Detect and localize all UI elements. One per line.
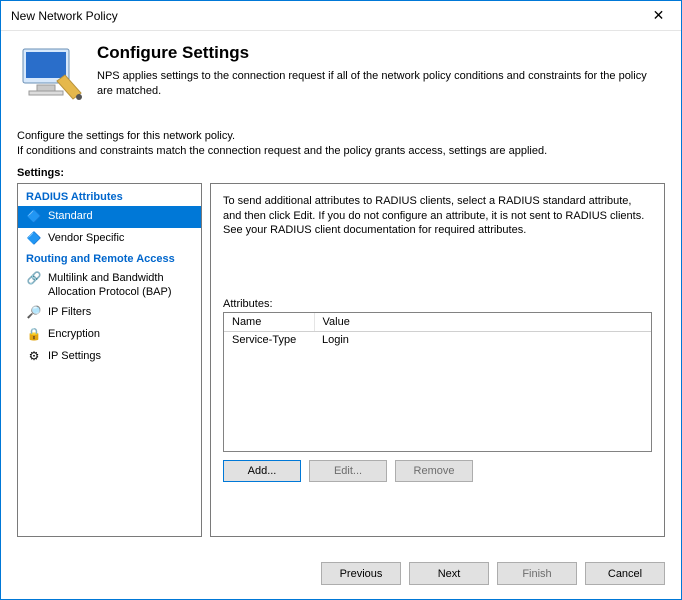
gear-icon: ⚙	[26, 349, 42, 365]
instruction-line: Configure the settings for this network …	[17, 129, 665, 144]
settings-label: Settings:	[1, 167, 681, 179]
add-button[interactable]: Add...	[223, 460, 301, 482]
cell-name: Service-Type	[224, 332, 314, 349]
funnel-icon: 🔎	[26, 305, 42, 321]
cell-value: Login	[314, 332, 651, 349]
tree-item-label: Standard	[48, 209, 193, 223]
previous-button[interactable]: Previous	[321, 562, 401, 585]
finish-button: Finish	[497, 562, 577, 585]
cancel-button[interactable]: Cancel	[585, 562, 665, 585]
page-title: Configure Settings	[97, 43, 665, 63]
tree-item-ip-filters[interactable]: 🔎 IP Filters	[18, 302, 201, 324]
next-button[interactable]: Next	[409, 562, 489, 585]
instruction-line: If conditions and constraints match the …	[17, 144, 665, 159]
window-title: New Network Policy	[11, 9, 118, 23]
titlebar: New Network Policy ✕	[1, 1, 681, 31]
diamond-icon: 🔷	[26, 231, 42, 247]
tree-item-label: Vendor Specific	[48, 231, 193, 245]
lock-icon: 🔒	[26, 327, 42, 343]
help-text: To send additional attributes to RADIUS …	[223, 194, 652, 239]
tree-item-label: IP Settings	[48, 349, 193, 363]
settings-tree: RADIUS Attributes 🔷 Standard 🔷 Vendor Sp…	[17, 183, 202, 537]
main-panel: To send additional attributes to RADIUS …	[210, 183, 665, 537]
monitor-icon	[17, 41, 87, 111]
close-button[interactable]: ✕	[636, 1, 681, 31]
tree-item-ip-settings[interactable]: ⚙ IP Settings	[18, 346, 201, 368]
edit-button: Edit...	[309, 460, 387, 482]
tree-item-label: Multilink and Bandwidth Allocation Proto…	[48, 271, 193, 300]
attribute-buttons: Add... Edit... Remove	[223, 460, 652, 482]
wizard-header: Configure Settings NPS applies settings …	[1, 31, 681, 125]
tree-item-vendor-specific[interactable]: 🔷 Vendor Specific	[18, 228, 201, 250]
header-text: Configure Settings NPS applies settings …	[97, 41, 665, 111]
tree-item-label: Encryption	[48, 327, 193, 341]
tree-section-routing: Routing and Remote Access	[18, 250, 201, 268]
tree-item-label: IP Filters	[48, 305, 193, 319]
tree-section-radius: RADIUS Attributes	[18, 188, 201, 206]
attributes-table[interactable]: Name Value Service-Type Login	[223, 312, 652, 452]
table-row[interactable]: Service-Type Login	[224, 332, 651, 349]
diamond-icon: 🔷	[26, 209, 42, 225]
remove-button: Remove	[395, 460, 473, 482]
page-description: NPS applies settings to the connection r…	[97, 69, 665, 99]
instruction-text: Configure the settings for this network …	[1, 125, 681, 167]
wizard-footer: Previous Next Finish Cancel	[1, 547, 681, 599]
attributes-label: Attributes:	[223, 298, 652, 310]
dialog-window: New Network Policy ✕ Configure Settings …	[0, 0, 682, 600]
col-value[interactable]: Value	[314, 313, 651, 332]
body: RADIUS Attributes 🔷 Standard 🔷 Vendor Sp…	[1, 179, 681, 547]
link-icon: 🔗	[26, 271, 42, 287]
tree-item-encryption[interactable]: 🔒 Encryption	[18, 324, 201, 346]
tree-item-multilink[interactable]: 🔗 Multilink and Bandwidth Allocation Pro…	[18, 268, 201, 303]
tree-item-standard[interactable]: 🔷 Standard	[18, 206, 201, 228]
col-name[interactable]: Name	[224, 313, 314, 332]
